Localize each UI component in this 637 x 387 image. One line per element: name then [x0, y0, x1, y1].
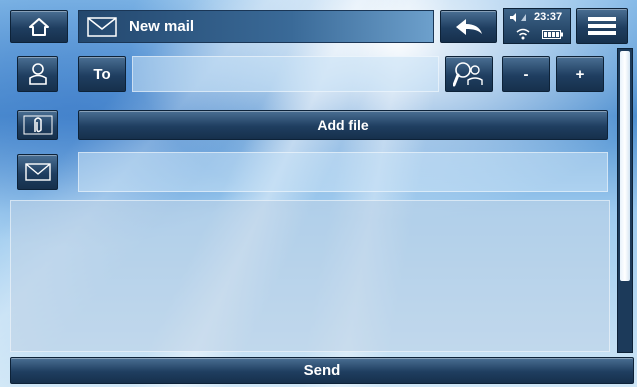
to-input[interactable]	[132, 56, 439, 92]
menu-button[interactable]	[576, 8, 628, 44]
contact-icon	[28, 63, 47, 85]
add-file-button[interactable]: Add file	[78, 110, 608, 140]
search-contact-icon	[453, 62, 483, 87]
attach-button[interactable]	[17, 110, 58, 140]
to-label: To	[78, 56, 126, 92]
subject-input[interactable]	[78, 152, 608, 192]
back-button[interactable]	[440, 10, 497, 43]
plus-label: +	[575, 65, 585, 83]
scrollbar-track[interactable]	[617, 48, 633, 353]
scrollbar-thumb[interactable]	[620, 51, 630, 281]
page-title: New mail	[129, 18, 195, 35]
minus-label: -	[523, 65, 529, 83]
send-label: Send	[303, 362, 341, 379]
wifi-icon	[516, 28, 530, 40]
battery-icon	[542, 30, 564, 39]
home-icon	[29, 17, 49, 36]
menu-icon	[588, 17, 616, 35]
home-button[interactable]	[10, 10, 68, 43]
minus-button[interactable]: -	[502, 56, 550, 92]
contact-button[interactable]	[17, 56, 58, 92]
add-file-label: Add file	[317, 117, 369, 133]
clock: 23:37	[534, 11, 563, 23]
envelope-icon	[87, 16, 117, 37]
paperclip-icon	[23, 115, 52, 135]
message-body[interactable]	[10, 200, 610, 352]
to-label-text: To	[93, 65, 111, 83]
search-contact-button[interactable]	[445, 56, 493, 92]
plus-button[interactable]: +	[556, 56, 604, 92]
envelope-icon	[24, 163, 51, 181]
subject-icon-button	[17, 154, 58, 190]
volume-icon	[509, 12, 527, 23]
send-button[interactable]: Send	[10, 357, 634, 384]
title-bar: New mail	[78, 10, 434, 43]
back-arrow-icon	[455, 18, 482, 35]
status-area: 23:37	[503, 8, 571, 44]
